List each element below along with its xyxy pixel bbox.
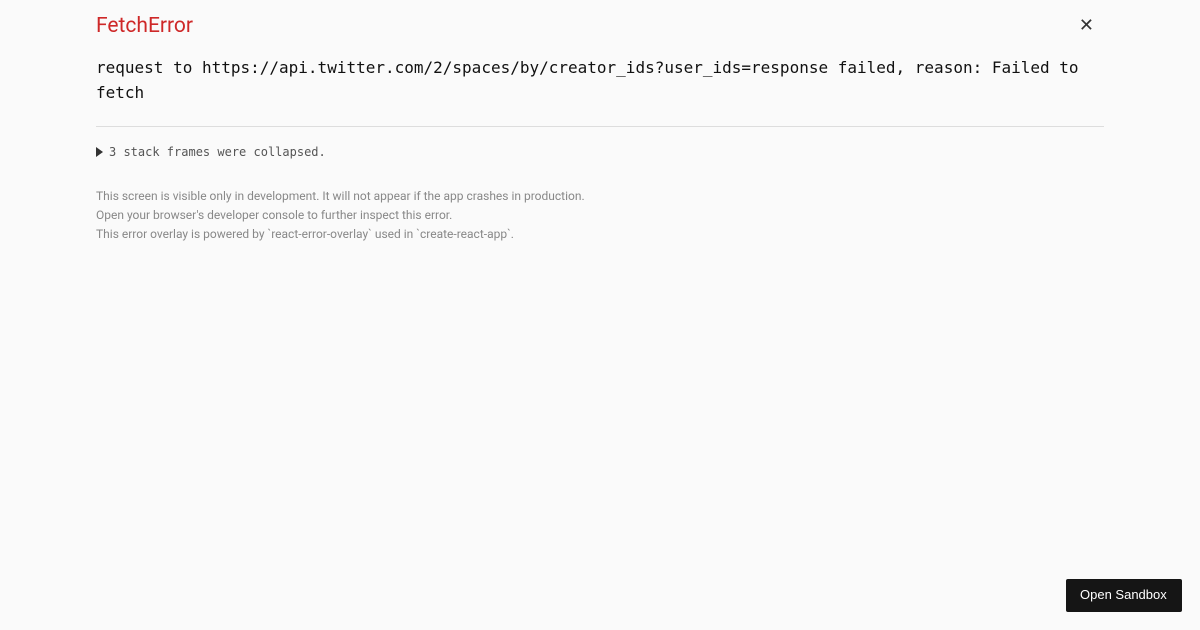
- close-button[interactable]: ✕: [1079, 16, 1094, 34]
- stack-frames-toggle[interactable]: 3 stack frames were collapsed.: [96, 145, 1104, 159]
- error-message: request to https://api.twitter.com/2/spa…: [96, 56, 1104, 106]
- error-title: FetchError: [96, 14, 1104, 38]
- stack-frames-label: 3 stack frames were collapsed.: [109, 145, 326, 159]
- error-overlay: ✕ FetchError request to https://api.twit…: [0, 0, 1200, 630]
- footer-line-3: This error overlay is powered by `react-…: [96, 225, 1104, 243]
- footer-line-2: Open your browser's developer console to…: [96, 206, 1104, 224]
- open-sandbox-button[interactable]: Open Sandbox: [1066, 579, 1182, 612]
- footer-line-1: This screen is visible only in developme…: [96, 187, 1104, 205]
- footer-text: This screen is visible only in developme…: [96, 187, 1104, 243]
- divider: [96, 126, 1104, 127]
- triangle-right-icon: [96, 147, 103, 157]
- close-icon: ✕: [1079, 15, 1094, 35]
